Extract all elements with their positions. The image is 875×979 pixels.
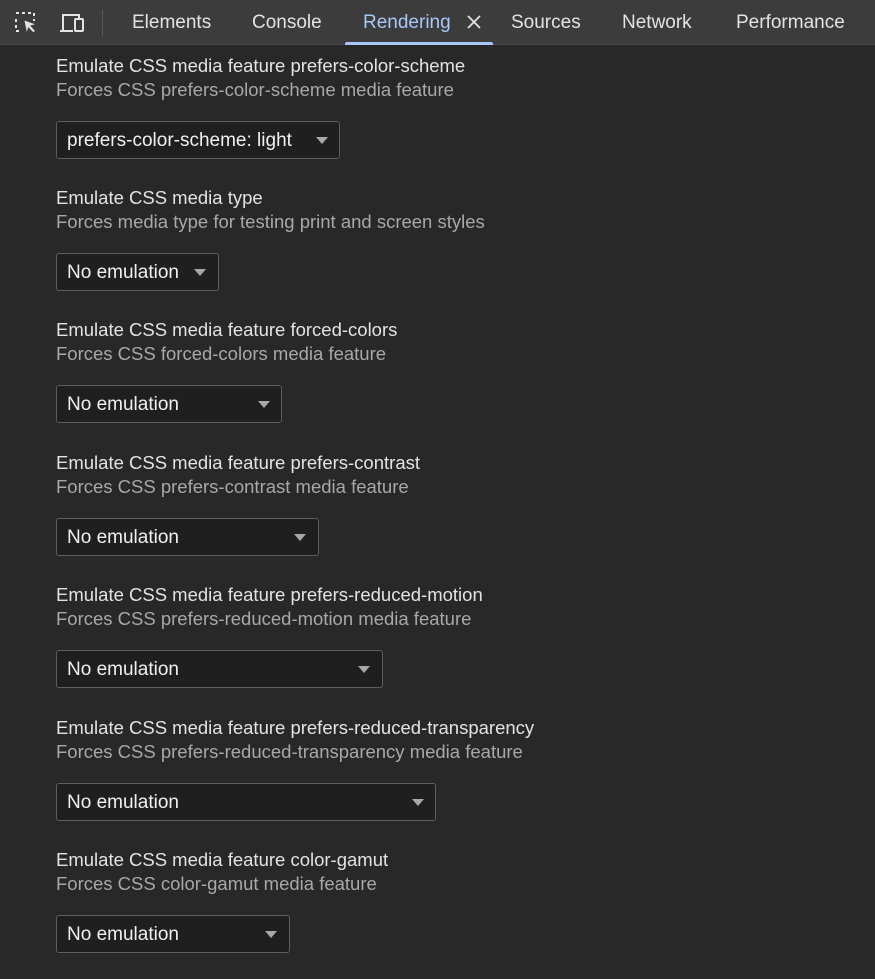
setting-description: Forces CSS color-gamut media feature <box>56 873 377 894</box>
setting-title: Emulate CSS media type <box>56 187 263 208</box>
setting-description: Forces CSS prefers-contrast media featur… <box>56 476 409 497</box>
setting-title: Emulate CSS media feature color-gamut <box>56 849 389 870</box>
setting-description: Forces media type for testing print and … <box>56 211 485 232</box>
color-gamut-select[interactable]: No emulation <box>56 915 290 953</box>
forced-colors-select[interactable]: No emulation <box>56 385 282 423</box>
toolbar-divider <box>102 10 103 36</box>
setting-prefers-color-scheme: Emulate CSS media feature prefers-color-… <box>56 54 466 159</box>
chevron-down-icon <box>258 401 270 408</box>
select-value: No emulation <box>67 527 179 548</box>
select-value: prefers-color-scheme: light <box>67 130 292 151</box>
select-value: No emulation <box>67 924 179 945</box>
setting-description: Forces CSS prefers-color-scheme media fe… <box>56 79 454 100</box>
prefers-color-scheme-select[interactable]: prefers-color-scheme: light <box>56 121 340 159</box>
chevron-down-icon <box>316 137 328 144</box>
chevron-down-icon <box>294 534 306 541</box>
chevron-down-icon <box>412 799 424 806</box>
inspect-element-icon[interactable] <box>13 10 39 36</box>
prefers-reduced-motion-select[interactable]: No emulation <box>56 650 383 688</box>
setting-description: Forces CSS forced-colors media feature <box>56 343 387 364</box>
chevron-down-icon <box>194 269 206 276</box>
prefers-reduced-transparency-select[interactable]: No emulation <box>56 783 436 821</box>
chevron-down-icon <box>358 666 370 673</box>
active-tab-indicator <box>345 42 493 45</box>
select-value: No emulation <box>67 792 179 813</box>
setting-title: Emulate CSS media feature prefers-color-… <box>56 55 466 76</box>
prefers-contrast-select[interactable]: No emulation <box>56 518 319 556</box>
tab-sources[interactable]: Sources <box>511 0 581 45</box>
setting-media-type: Emulate CSS media type Forces media type… <box>56 186 485 291</box>
setting-title: Emulate CSS media feature prefers-reduce… <box>56 717 535 738</box>
setting-prefers-reduced-motion: Emulate CSS media feature prefers-reduce… <box>56 583 483 688</box>
tab-network[interactable]: Network <box>622 0 692 45</box>
setting-prefers-reduced-transparency: Emulate CSS media feature prefers-reduce… <box>56 716 535 821</box>
media-type-select[interactable]: No emulation <box>56 253 219 291</box>
select-value: No emulation <box>67 659 179 680</box>
tab-performance[interactable]: Performance <box>736 0 845 45</box>
setting-title: Emulate CSS media feature prefers-contra… <box>56 452 420 473</box>
setting-forced-colors: Emulate CSS media feature forced-colors … <box>56 318 398 423</box>
tab-elements[interactable]: Elements <box>132 0 211 45</box>
setting-title: Emulate CSS media feature prefers-reduce… <box>56 584 483 605</box>
close-tab-icon[interactable] <box>464 12 484 32</box>
setting-description: Forces CSS prefers-reduced-motion media … <box>56 608 472 629</box>
tab-console[interactable]: Console <box>252 0 322 45</box>
setting-description: Forces CSS prefers-reduced-transparency … <box>56 741 523 762</box>
device-toolbar-icon[interactable] <box>59 10 85 36</box>
tab-rendering[interactable]: Rendering <box>363 0 451 45</box>
devtools-tab-bar: Elements Console Rendering Sources Netwo… <box>0 0 875 45</box>
setting-prefers-contrast: Emulate CSS media feature prefers-contra… <box>56 451 420 556</box>
setting-color-gamut: Emulate CSS media feature color-gamut Fo… <box>56 848 389 953</box>
select-value: No emulation <box>67 262 179 283</box>
chevron-down-icon <box>265 931 277 938</box>
select-value: No emulation <box>67 394 179 415</box>
setting-title: Emulate CSS media feature forced-colors <box>56 319 398 340</box>
